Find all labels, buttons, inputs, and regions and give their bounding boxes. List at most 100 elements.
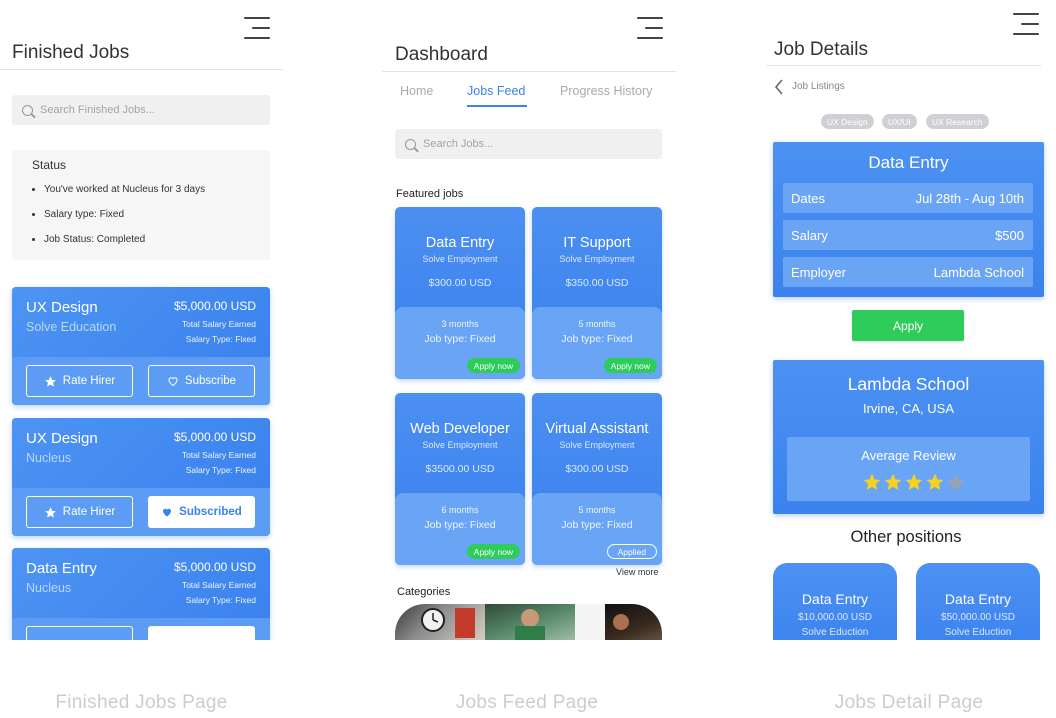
detail-row-employer: Employer Lambda School <box>783 257 1033 287</box>
search-input[interactable] <box>40 104 240 116</box>
menu-icon[interactable] <box>637 17 663 39</box>
active-tab-indicator <box>467 105 527 107</box>
apply-now-button[interactable]: Apply now <box>466 358 520 373</box>
job-title: Virtual Assistant <box>545 421 649 437</box>
category-image[interactable] <box>575 604 605 640</box>
tab-jobs-feed[interactable]: Jobs Feed <box>467 84 525 98</box>
salary-type: Salary Type: Fixed <box>185 595 256 605</box>
review-box: Average Review <box>787 437 1030 501</box>
category-image[interactable] <box>605 604 662 640</box>
job-company: Solve Employment <box>422 254 498 264</box>
job-amount: $5,000.00 USD <box>173 560 256 574</box>
caption-job-detail: Jobs Detail Page <box>834 692 984 713</box>
page-title: Job Details <box>774 39 868 60</box>
employer-name: Lambda School <box>847 374 970 394</box>
job-title: Data Entry <box>425 235 495 251</box>
salary-type: Salary Type: Fixed <box>185 465 256 475</box>
button-label: Subscribed <box>179 506 242 518</box>
back-chevron-icon[interactable] <box>774 79 784 95</box>
other-positions-title: Other positions <box>850 528 962 546</box>
detail-row-salary: Salary $500 <box>783 220 1033 250</box>
position-amount: $10,000.00 USD <box>798 612 872 623</box>
position-amount: $50,000.00 USD <box>941 612 1015 623</box>
earned-label: Total Salary Earned <box>181 319 256 329</box>
subscribe-button[interactable] <box>148 626 255 640</box>
job-card[interactable]: IT Support Solve Employment $350.00 USD … <box>532 207 662 379</box>
breadcrumb-job-listings[interactable]: Job Listings <box>792 81 845 92</box>
tab-progress-history[interactable]: Progress History <box>560 84 652 98</box>
job-amount: $5,000.00 USD <box>173 299 256 313</box>
clock-image <box>421 608 475 638</box>
job-company: Solve Employment <box>559 440 635 450</box>
row-label: Employer <box>791 264 846 280</box>
job-price: $300.00 USD <box>565 463 629 475</box>
person-image <box>515 609 545 640</box>
divider <box>382 71 676 72</box>
search-bar <box>12 95 270 125</box>
subscribe-button[interactable]: Subscribe <box>148 365 255 397</box>
job-price: $3500.00 USD <box>425 463 495 475</box>
job-type: Job type: Fixed <box>561 519 633 531</box>
search-bar <box>395 129 662 159</box>
caption-finished-jobs: Finished Jobs Page <box>55 692 228 713</box>
row-value: Lambda School <box>933 264 1024 280</box>
subscribed-button[interactable]: Subscribed <box>148 496 255 528</box>
category-image[interactable] <box>485 604 575 640</box>
other-position-card[interactable]: Data Entry $50,000.00 USD Solve Eduction <box>916 563 1040 640</box>
tag-chip: UX Design <box>821 114 874 129</box>
menu-icon[interactable] <box>244 17 270 39</box>
star-icon <box>44 375 56 387</box>
job-duration: 6 months <box>441 505 479 515</box>
detail-row-dates: Dates Jul 28th - Aug 10th <box>783 183 1033 213</box>
menu-icon[interactable] <box>1013 13 1039 35</box>
caption-jobs-feed: Jobs Feed Page <box>455 692 599 713</box>
search-icon <box>405 138 416 150</box>
heart-icon <box>168 377 178 387</box>
employer-card: Lambda School Irvine, CA, USA Average Re… <box>773 360 1044 514</box>
status-item: Job Status: Completed <box>32 234 205 259</box>
other-position-card[interactable]: Data Entry $10,000.00 USD Solve Eduction <box>773 563 897 640</box>
job-card[interactable]: Web Developer Solve Employment $3500.00 … <box>395 393 525 565</box>
apply-now-button[interactable]: Apply now <box>466 544 520 559</box>
tab-home[interactable]: Home <box>400 84 433 98</box>
page-title: Dashboard <box>395 44 488 65</box>
status-item: You've worked at Nucleus for 3 days <box>32 184 205 209</box>
job-company: Solve Education <box>26 320 117 334</box>
job-card[interactable]: Data Entry Solve Employment $300.00 USD … <box>395 207 525 379</box>
job-company: Nucleus <box>26 451 72 465</box>
rating-stars <box>862 472 966 492</box>
categories-carousel[interactable] <box>395 604 662 640</box>
search-input[interactable] <box>423 138 623 150</box>
earned-label: Total Salary Earned <box>181 580 256 590</box>
job-title: UX Design <box>26 299 98 316</box>
tab-bar: Home Jobs Feed Progress History <box>382 84 676 107</box>
status-title: Status <box>32 158 67 172</box>
review-label: Average Review <box>861 448 956 463</box>
categories-label: Categories <box>397 586 451 598</box>
job-title: Data Entry <box>868 153 949 172</box>
button-label: Rate Hirer <box>62 506 116 518</box>
rate-hirer-button[interactable] <box>26 626 133 640</box>
position-company: Solve Eduction <box>801 627 869 638</box>
rate-hirer-button[interactable]: Rate Hirer <box>26 365 133 397</box>
category-image[interactable] <box>395 604 485 640</box>
job-card[interactable]: Virtual Assistant Solve Employment $300.… <box>532 393 662 565</box>
star-filled-icon <box>926 473 944 490</box>
job-duration: 5 months <box>578 319 616 329</box>
status-panel: Status You've worked at Nucleus for 3 da… <box>12 150 270 260</box>
person-image <box>613 614 629 630</box>
row-label: Salary <box>791 227 828 243</box>
job-title: Data Entry <box>26 560 97 577</box>
job-type: Job type: Fixed <box>424 333 496 345</box>
job-type: Job type: Fixed <box>561 333 633 345</box>
job-price: $300.00 USD <box>428 277 492 289</box>
star-filled-icon <box>905 473 923 490</box>
view-more-link[interactable]: View more <box>616 567 658 577</box>
job-duration: 3 months <box>441 319 479 329</box>
button-label: Rate Hirer <box>62 375 116 387</box>
rate-hirer-button[interactable]: Rate Hirer <box>26 496 133 528</box>
row-label: Dates <box>791 190 825 206</box>
apply-now-button[interactable]: Apply now <box>603 358 657 373</box>
position-company: Solve Eduction <box>944 627 1012 638</box>
apply-button[interactable]: Apply <box>852 310 964 341</box>
